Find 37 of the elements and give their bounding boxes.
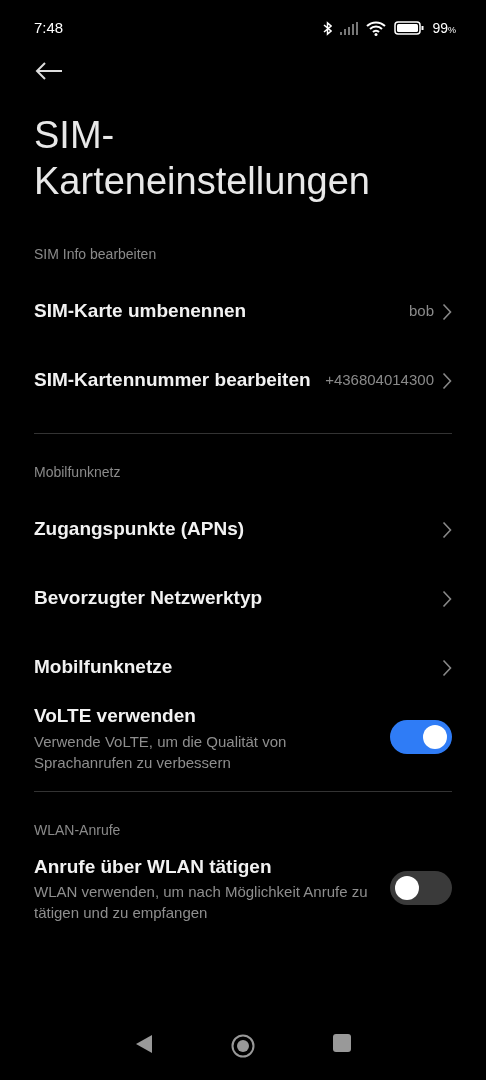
item-title: VoLTE verwenden (34, 704, 197, 729)
bluetooth-icon (323, 20, 333, 36)
battery-icon (394, 21, 425, 35)
item-title: SIM-Kartennummer bearbeiten (34, 368, 312, 393)
battery-level: 99% (432, 18, 456, 38)
clock: 7:48 (34, 17, 64, 38)
section-header: SIM Info bearbeiten (33, 245, 158, 265)
toggle-switch[interactable] (390, 720, 452, 755)
section-header: Mobilfunknetz (33, 463, 122, 483)
toggle-switch[interactable] (390, 870, 452, 905)
chevron-icon (442, 302, 452, 321)
settings-item[interactable]: Bevorzugter Netzwerktyp (0, 564, 486, 634)
settings-item[interactable]: VoLTE verwenden Verwende VoLTE, um die Qualität von Sprachanrufen zu verbessern (0, 702, 486, 773)
chevron-icon (442, 371, 452, 390)
item-description: Verwende VoLTE, um die Qualität von Sprachanrufen zu verbessern (34, 731, 288, 773)
home-icon[interactable] (231, 1034, 255, 1058)
settings-item[interactable]: Zugangspunkte (APNs) (0, 495, 486, 565)
item-title: Bevorzugter Netzwerktyp (34, 586, 264, 611)
chevron-icon (442, 658, 452, 677)
wifi-icon (366, 20, 387, 36)
item-title: SIM-Karte umbenennen (34, 299, 248, 324)
item-description: WLAN verwenden, um nach Möglichkeit Anrufe zu tätigen und zu empfangen (34, 882, 369, 924)
page-title: SIM-Karteneinstellungen (33, 113, 371, 204)
settings-item[interactable]: Anrufe über WLAN tätigen WLAN verwenden, um nach Möglichkeit Anrufe zu tätigen und zu empfangen (0, 852, 486, 924)
signal-icon (340, 21, 359, 35)
item-title: Zugangspunkte (APNs) (34, 517, 246, 542)
section-header: WLAN-Anrufe (33, 820, 122, 840)
item-title: Mobilfunknetze (34, 655, 174, 680)
settings-item[interactable]: SIM-Kartennummer bearbeiten +436804014300 (0, 346, 486, 416)
chevron-icon (442, 520, 452, 539)
settings-item[interactable]: SIM-Karte umbenennen bob (0, 277, 486, 347)
settings-item[interactable]: Mobilfunknetze (0, 633, 486, 703)
item-title: Anrufe über WLAN tätigen (34, 854, 273, 879)
back-icon[interactable] (135, 1034, 153, 1054)
chevron-icon (442, 589, 452, 608)
item-value: +436804014300 (325, 370, 434, 391)
item-value: bob (408, 301, 434, 322)
